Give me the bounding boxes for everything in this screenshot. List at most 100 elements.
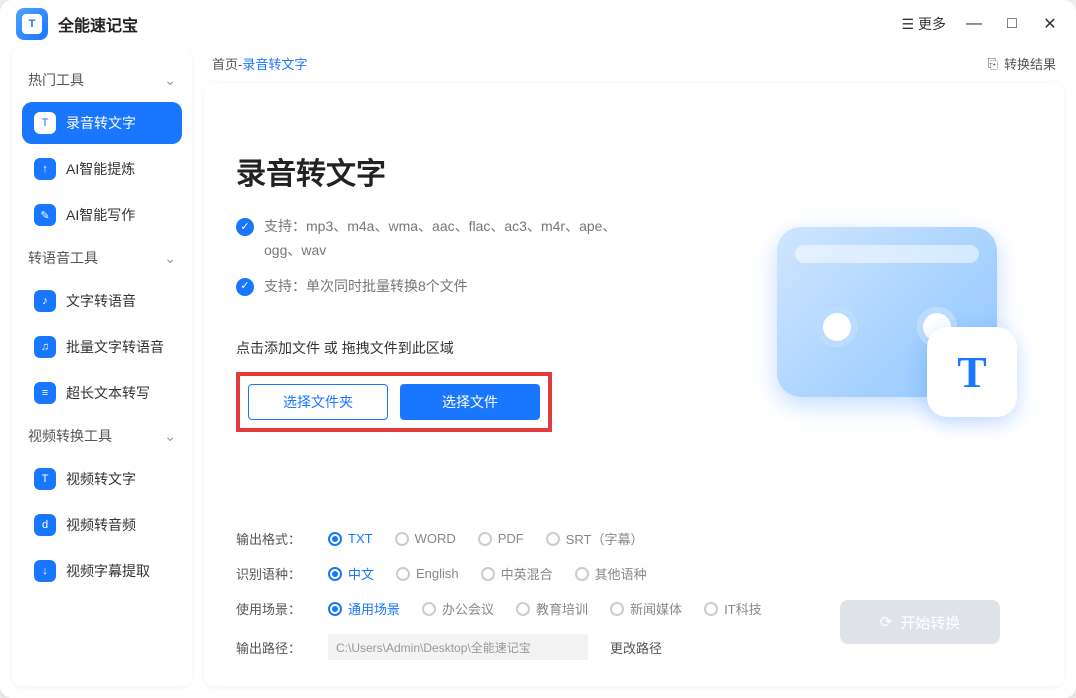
radio-label: 教育培训: [536, 599, 588, 618]
nav-icon: d: [34, 514, 56, 536]
output-format-option[interactable]: WORD: [395, 531, 456, 546]
sidebar-item[interactable]: ♪ 文字转语音: [22, 280, 182, 322]
sidebar-section-header[interactable]: 热门工具⌄: [22, 62, 182, 98]
radio-label: English: [416, 566, 459, 581]
support-batch: 支持：单次同时批量转换8个文件: [264, 275, 468, 299]
maximize-button[interactable]: □: [1002, 14, 1022, 34]
radio-icon: [328, 567, 342, 581]
support-formats: 支持：mp3、m4a、wma、aac、flac、ac3、m4r、ape、ogg、…: [264, 215, 644, 263]
radio-icon: [481, 567, 495, 581]
sidebar-item-label: 录音转文字: [66, 113, 136, 133]
check-icon: ✓: [236, 278, 254, 296]
radio-label: IT科技: [724, 599, 762, 618]
minimize-button[interactable]: —: [964, 14, 984, 34]
titlebar: T 全能速记宝 ☰ 更多 — □ ✕: [0, 0, 1076, 48]
sidebar-item[interactable]: d 视频转音频: [22, 504, 182, 546]
select-file-button[interactable]: 选择文件: [400, 384, 540, 420]
language-option[interactable]: 中英混合: [481, 564, 553, 583]
scene-option[interactable]: 办公会议: [422, 599, 494, 618]
radio-icon: [328, 532, 342, 546]
breadcrumb-home[interactable]: 首页: [212, 57, 238, 72]
chevron-down-icon: ⌄: [164, 72, 176, 89]
radio-label: PDF: [498, 531, 524, 546]
output-format-option[interactable]: SRT（字幕）: [546, 529, 644, 548]
sidebar-item-label: 视频字幕提取: [66, 561, 150, 581]
menu-icon: ☰: [901, 16, 914, 33]
hero-illustration: T: [742, 109, 1032, 515]
sidebar-item-label: 视频转文字: [66, 469, 136, 489]
sidebar-section-header[interactable]: 视频转换工具⌄: [22, 418, 182, 454]
option-label: 识别语种：: [236, 564, 306, 583]
sidebar-item[interactable]: T 录音转文字: [22, 102, 182, 144]
sidebar-item-label: 超长文本转写: [66, 383, 150, 403]
app-logo: T: [16, 8, 48, 40]
nav-icon: ↓: [34, 560, 56, 582]
sidebar-item[interactable]: ↑ AI智能提炼: [22, 148, 182, 190]
output-format-option[interactable]: TXT: [328, 531, 373, 546]
output-path-input[interactable]: [328, 634, 588, 660]
start-label: 开始转换: [900, 612, 960, 633]
radio-label: 中文: [348, 564, 374, 583]
radio-icon: [422, 602, 436, 616]
radio-label: TXT: [348, 531, 373, 546]
scene-option[interactable]: 新闻媒体: [610, 599, 682, 618]
option-label: 使用场景：: [236, 599, 306, 618]
sidebar-item-label: AI智能提炼: [66, 159, 135, 179]
sidebar-item-label: 批量文字转语音: [66, 337, 164, 357]
drop-hint: 点击添加文件 或 拖拽文件到此区域: [236, 338, 712, 358]
radio-icon: [328, 602, 342, 616]
breadcrumb-current: 录音转文字: [242, 57, 307, 72]
radio-label: 其他语种: [595, 564, 647, 583]
output-format-row: 输出格式： TXT WORD PDF SRT（字幕）: [236, 521, 1032, 556]
change-path-link[interactable]: 更改路径: [610, 638, 662, 657]
close-button[interactable]: ✕: [1040, 14, 1060, 34]
sidebar-item[interactable]: ≡ 超长文本转写: [22, 372, 182, 414]
sidebar-item[interactable]: ↓ 视频字幕提取: [22, 550, 182, 592]
output-format-option[interactable]: PDF: [478, 531, 524, 546]
radio-icon: [478, 532, 492, 546]
scene-option[interactable]: 通用场景: [328, 599, 400, 618]
radio-label: SRT（字幕）: [566, 529, 644, 548]
more-label: 更多: [918, 14, 946, 34]
nav-icon: ✎: [34, 204, 56, 226]
radio-icon: [575, 567, 589, 581]
app-title: 全能速记宝: [58, 12, 138, 36]
radio-label: 通用场景: [348, 599, 400, 618]
file-button-group: 选择文件夹 选择文件: [236, 372, 552, 432]
scene-option[interactable]: 教育培训: [516, 599, 588, 618]
result-icon: ⎘: [988, 56, 998, 72]
nav-icon: ♫: [34, 336, 56, 358]
radio-label: 办公会议: [442, 599, 494, 618]
select-folder-button[interactable]: 选择文件夹: [248, 384, 388, 420]
language-option[interactable]: English: [396, 566, 459, 581]
language-option[interactable]: 其他语种: [575, 564, 647, 583]
sidebar-item[interactable]: ♫ 批量文字转语音: [22, 326, 182, 368]
sidebar-item-label: AI智能写作: [66, 205, 135, 225]
nav-icon: T: [34, 468, 56, 490]
chevron-down-icon: ⌄: [164, 250, 176, 267]
result-link[interactable]: ⎘ 转换结果: [988, 54, 1056, 73]
sidebar-item[interactable]: T 视频转文字: [22, 458, 182, 500]
convert-icon: ⟳: [880, 613, 893, 631]
sidebar-item-label: 视频转音频: [66, 515, 136, 535]
radio-label: WORD: [415, 531, 456, 546]
scene-option[interactable]: IT科技: [704, 599, 762, 618]
nav-icon: ↑: [34, 158, 56, 180]
nav-icon: T: [34, 112, 56, 134]
chevron-down-icon: ⌄: [164, 428, 176, 445]
radio-icon: [516, 602, 530, 616]
result-label: 转换结果: [1004, 54, 1056, 73]
radio-icon: [610, 602, 624, 616]
page-title: 录音转文字: [236, 149, 712, 193]
more-button[interactable]: ☰ 更多: [901, 14, 946, 34]
radio-icon: [395, 532, 409, 546]
sidebar-section-header[interactable]: 转语音工具⌄: [22, 240, 182, 276]
radio-icon: [546, 532, 560, 546]
nav-icon: ≡: [34, 382, 56, 404]
sidebar-item-label: 文字转语音: [66, 291, 136, 311]
start-convert-button[interactable]: ⟳ 开始转换: [840, 600, 1000, 644]
sidebar-item[interactable]: ✎ AI智能写作: [22, 194, 182, 236]
language-option[interactable]: 中文: [328, 564, 374, 583]
option-label: 输出格式：: [236, 529, 306, 548]
nav-icon: ♪: [34, 290, 56, 312]
